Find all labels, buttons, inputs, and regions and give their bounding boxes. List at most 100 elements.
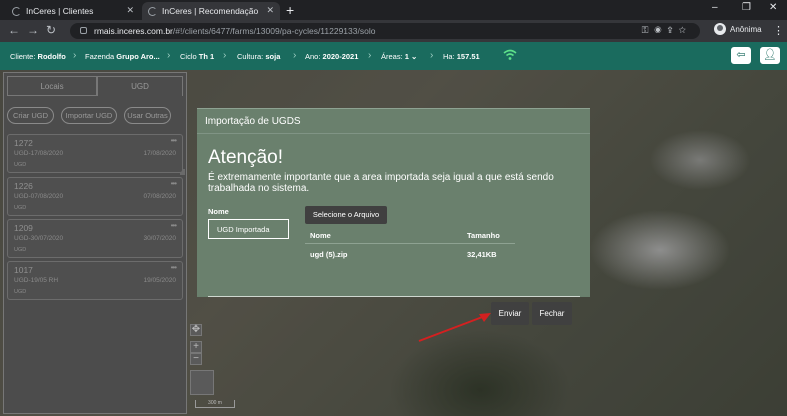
wifi-signal-icon	[503, 49, 517, 60]
ugd-date: 19/05/2020	[143, 277, 176, 284]
header-separator: ›	[223, 50, 227, 61]
close-tab-icon[interactable]: ✕	[266, 5, 274, 16]
select-file-button[interactable]: Selecione o Arquivo	[305, 206, 387, 224]
incognito-eye-icon[interactable]: ◉	[654, 25, 667, 35]
file-size-header: Tamanho	[467, 231, 500, 240]
ha-field: Ha: 157.51	[443, 52, 480, 61]
forward-arrow-icon[interactable]: →	[27, 24, 39, 37]
bookmark-star-icon[interactable]: ☆	[679, 25, 692, 35]
more-options-icon[interactable]: •••	[171, 179, 177, 188]
ugd-name: UGD-30/07/2020	[14, 235, 64, 242]
browser-menu-icon[interactable]: ⋮	[773, 24, 784, 37]
ciclo-field[interactable]: Ciclo Th 1	[180, 52, 214, 61]
incognito-avatar-icon	[714, 23, 726, 35]
ugd-date: 17/08/2020	[143, 150, 176, 157]
ugd-tag: UGD	[14, 289, 27, 295]
ugd-name-input[interactable]	[208, 219, 289, 239]
cultura-field[interactable]: Cultura: soja	[237, 52, 280, 61]
modal-title: Importação de UGDS	[205, 116, 301, 127]
url-bar[interactable]: rmais.inceres.com.br/#!/clients/6477/far…	[70, 23, 700, 39]
more-options-icon[interactable]: •••	[171, 263, 177, 272]
file-size-cell: 32,41KB	[467, 250, 497, 259]
inceres-logo-icon	[12, 6, 21, 16]
header-separator: ›	[430, 50, 434, 61]
ugd-name: UGD-19/05 RH	[14, 277, 59, 284]
key-icon[interactable]: ⚿	[642, 25, 655, 35]
zoom-in-button[interactable]: +	[190, 341, 202, 353]
ugd-card[interactable]: 1272 UGD-17/08/2020 UGD 17/08/2020 •••	[7, 134, 183, 173]
tab-title: InCeres | Clientes	[26, 6, 94, 16]
fechar-button[interactable]: Fechar	[532, 302, 572, 325]
enviar-button[interactable]: Enviar	[491, 302, 529, 325]
cliente-field[interactable]: Cliente: Rodolfo	[10, 52, 66, 61]
table-divider	[305, 243, 515, 244]
close-tab-icon[interactable]: ✕	[126, 5, 134, 16]
file-name-cell: ugd (5).zip	[310, 250, 348, 259]
omnibox-icons: ⚿◉⇪☆	[642, 25, 692, 36]
layer-thumbnail[interactable]	[190, 370, 214, 395]
logout-arrow-icon: ⇦	[736, 49, 746, 61]
close-window-icon[interactable]: ✕	[769, 2, 777, 13]
side-panel-tabs: Locais UGD	[7, 76, 183, 96]
criar-ugd-button[interactable]: Criar UGD	[7, 107, 54, 124]
header-separator: ›	[73, 50, 77, 61]
user-button[interactable]: 👤︎	[760, 47, 780, 64]
browser-tab-clientes[interactable]: InCeres | Clientes ✕	[6, 2, 140, 20]
share-icon[interactable]: ⇪	[668, 25, 679, 35]
usar-outras-button[interactable]: Usar Outras	[124, 107, 171, 124]
exit-button[interactable]: ⇦	[731, 47, 751, 64]
url-text: rmais.inceres.com.br/#!/clients/6477/far…	[94, 26, 376, 36]
ugd-name: UGD-07/08/2020	[14, 193, 64, 200]
name-label: Nome	[208, 207, 229, 216]
annotation-arrow-icon	[418, 313, 491, 342]
profile-button[interactable]: Anônima	[714, 23, 762, 35]
minimize-icon[interactable]: –	[712, 2, 718, 13]
zoom-out-button[interactable]: −	[190, 353, 202, 365]
browser-tab-recomendacao[interactable]: InCeres | Recomendação ✕	[142, 2, 280, 20]
app-header: Cliente: Rodolfo › Fazenda Grupo Aro... …	[0, 42, 787, 70]
lock-icon	[80, 27, 87, 34]
ugd-card[interactable]: 1226 UGD-07/08/2020 UGD 07/08/2020 •••	[7, 177, 183, 216]
new-tab-button[interactable]: +	[286, 2, 294, 18]
file-name-header: Nome	[310, 231, 331, 240]
ugd-card[interactable]: 1017 UGD-19/05 RH UGD 19/05/2020 •••	[7, 261, 183, 300]
ano-field[interactable]: Ano: 2020-2021	[305, 52, 358, 61]
modal-header: Importação de UGDS	[197, 109, 590, 134]
warning-heading: Atenção!	[208, 147, 283, 168]
tab-locais[interactable]: Locais	[7, 76, 97, 96]
ugd-card[interactable]: 1209 UGD-30/07/2020 UGD 30/07/2020 •••	[7, 219, 183, 258]
header-separator: ›	[293, 50, 297, 61]
more-options-icon[interactable]: •••	[171, 221, 177, 230]
fazenda-field[interactable]: Fazenda Grupo Aro...	[85, 52, 160, 61]
tab-title: InCeres | Recomendação	[162, 6, 259, 16]
tab-ugd[interactable]: UGD	[97, 76, 183, 96]
ugd-tag: UGD	[14, 162, 27, 168]
importar-ugd-button[interactable]: Importar UGD	[61, 107, 117, 124]
ugd-name: UGD-17/08/2020	[14, 150, 64, 157]
ugd-tag: UGD	[14, 205, 27, 211]
side-panel: Locais UGD Criar UGD Importar UGD Usar O…	[3, 72, 187, 414]
browser-tab-bar: InCeres | Clientes ✕ InCeres | Recomenda…	[0, 0, 787, 20]
profile-name: Anônima	[730, 24, 762, 34]
chevron-down-icon: ⌄	[411, 52, 418, 61]
more-options-icon[interactable]: •••	[171, 136, 177, 145]
move-icon[interactable]: ✥	[190, 324, 202, 336]
header-separator: ›	[167, 50, 171, 61]
address-bar-row: ← → ↻ rmais.inceres.com.br/#!/clients/64…	[0, 20, 787, 42]
ugd-id: 1017	[14, 265, 33, 275]
import-ugd-modal: Importação de UGDS Atenção! É extremamen…	[197, 108, 590, 297]
header-separator: ›	[368, 50, 372, 61]
warning-message: É extremamente importante que a area imp…	[208, 172, 554, 194]
ugd-tag: UGD	[14, 247, 27, 253]
ugd-date: 30/07/2020	[143, 235, 176, 242]
areas-dropdown[interactable]: Áreas: 1 ⌄	[381, 52, 417, 61]
ugd-id: 1272	[14, 138, 33, 148]
inceres-logo-icon	[148, 6, 157, 16]
reload-icon[interactable]: ↻	[46, 24, 56, 37]
maximize-icon[interactable]: ❐	[742, 2, 751, 13]
ugd-id: 1226	[14, 181, 33, 191]
modal-footer-divider	[208, 296, 580, 297]
back-arrow-icon[interactable]: ←	[8, 24, 20, 37]
map-scale: 300 m	[195, 400, 235, 408]
ugd-date: 07/08/2020	[143, 193, 176, 200]
